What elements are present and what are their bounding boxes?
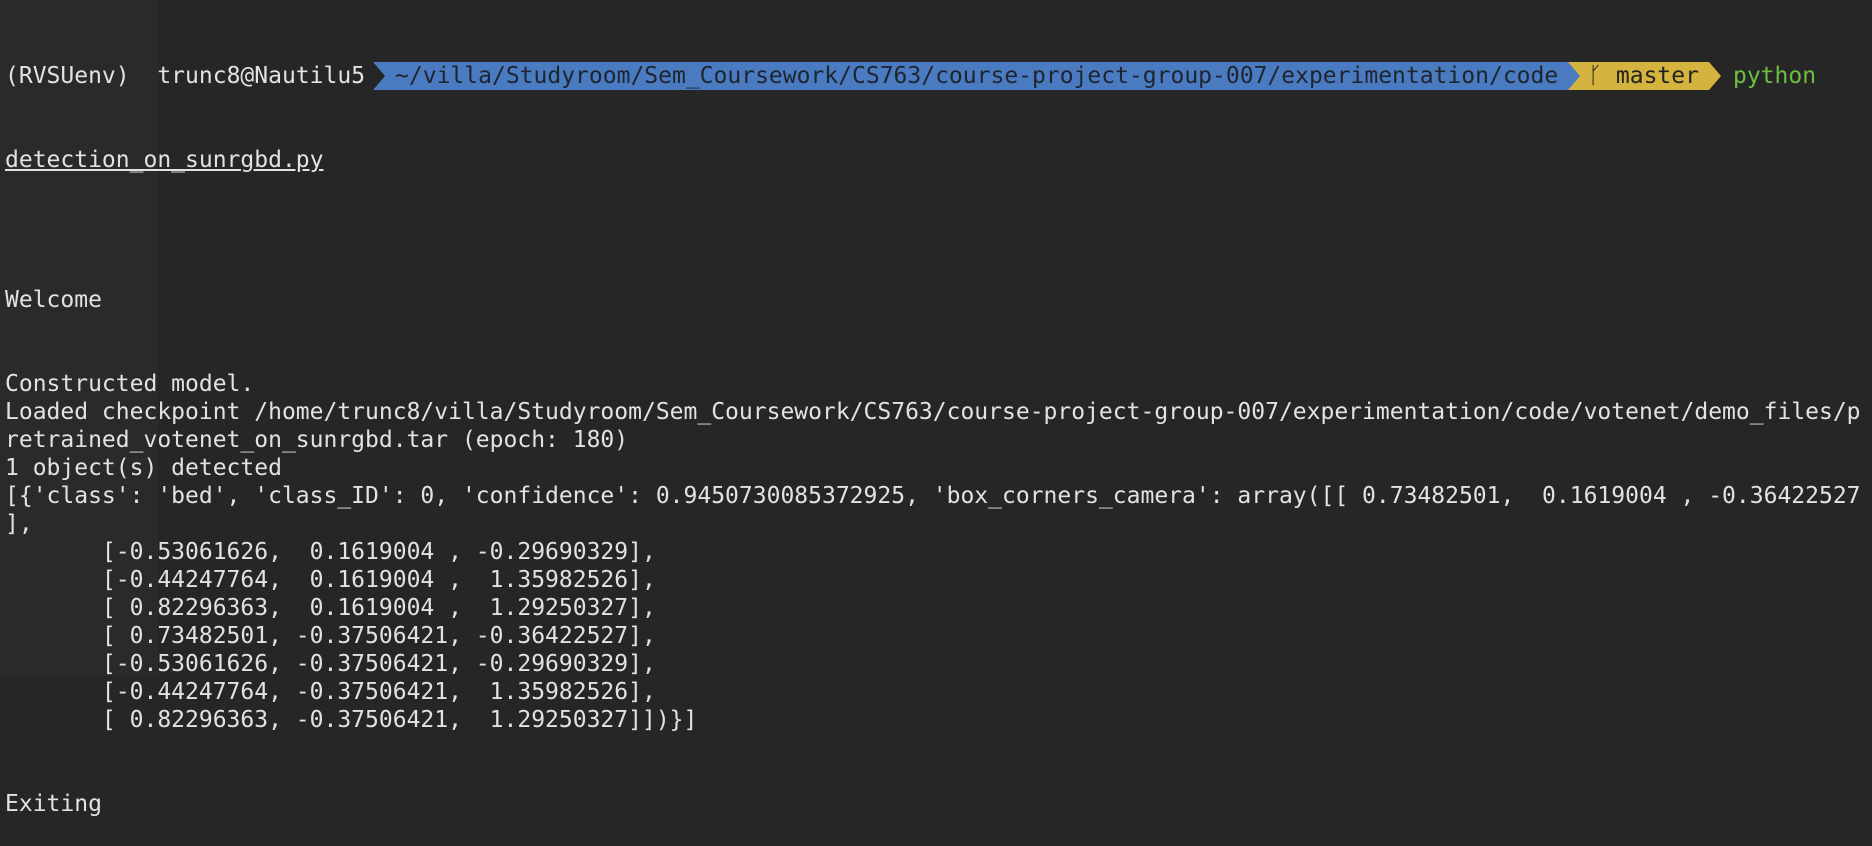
output-line: Exiting bbox=[5, 791, 102, 817]
output-line: [-0.53061626, 0.1619004 , -0.29690329], bbox=[5, 539, 656, 565]
powerline-separator bbox=[1568, 62, 1581, 90]
output-line: [ 0.82296363, -0.37506421, 1.29250327]])… bbox=[5, 707, 698, 733]
output-line: Welcome bbox=[5, 287, 102, 313]
output-line: [-0.44247764, -0.37506421, 1.35982526], bbox=[5, 679, 656, 705]
prompt-path: ~/villa/Studyroom/Sem_Coursework/CS763/c… bbox=[373, 62, 1569, 90]
output-line: 1 object(s) detected bbox=[5, 455, 282, 481]
branch-name: master bbox=[1615, 63, 1699, 89]
terminal-output: Welcome Constructed model. Loaded checkpoi… bbox=[5, 230, 1872, 818]
git-branch-icon: ᚴ bbox=[1588, 63, 1603, 89]
output-line: [-0.53061626, -0.37506421, -0.29690329], bbox=[5, 651, 656, 677]
virtualenv-name: (RVSUenv) bbox=[5, 63, 130, 89]
user-host: trunc8@Nautilu5 bbox=[157, 63, 366, 89]
output-line: ], bbox=[5, 511, 33, 537]
prompt-env-user: (RVSUenv) trunc8@Nautilu5 bbox=[5, 62, 373, 90]
output-line: [{'class': 'bed', 'class_ID': 0, 'confid… bbox=[5, 483, 1861, 509]
terminal[interactable]: (RVSUenv) trunc8@Nautilu5 ~/villa/Studyr… bbox=[5, 6, 1872, 846]
output-line: [ 0.82296363, 0.1619004 , 1.29250327], bbox=[5, 595, 656, 621]
output-line: [-0.44247764, 0.1619004 , 1.35982526], bbox=[5, 567, 656, 593]
command-continuation: detection_on_sunrgbd.py bbox=[5, 147, 324, 173]
prompt-git-branch: ᚴ master bbox=[1580, 62, 1709, 90]
output-line: retrained_votenet_on_sunrgbd.tar (epoch:… bbox=[5, 427, 629, 453]
command-text: python bbox=[1732, 63, 1817, 89]
output-line: [ 0.73482501, -0.37506421, -0.36422527], bbox=[5, 623, 656, 649]
output-line: Loaded checkpoint /home/trunc8/villa/Stu… bbox=[5, 399, 1861, 425]
shell-prompt: (RVSUenv) trunc8@Nautilu5 ~/villa/Studyr… bbox=[5, 62, 1872, 90]
powerline-separator bbox=[1708, 62, 1721, 90]
output-line: Constructed model. bbox=[5, 371, 255, 397]
